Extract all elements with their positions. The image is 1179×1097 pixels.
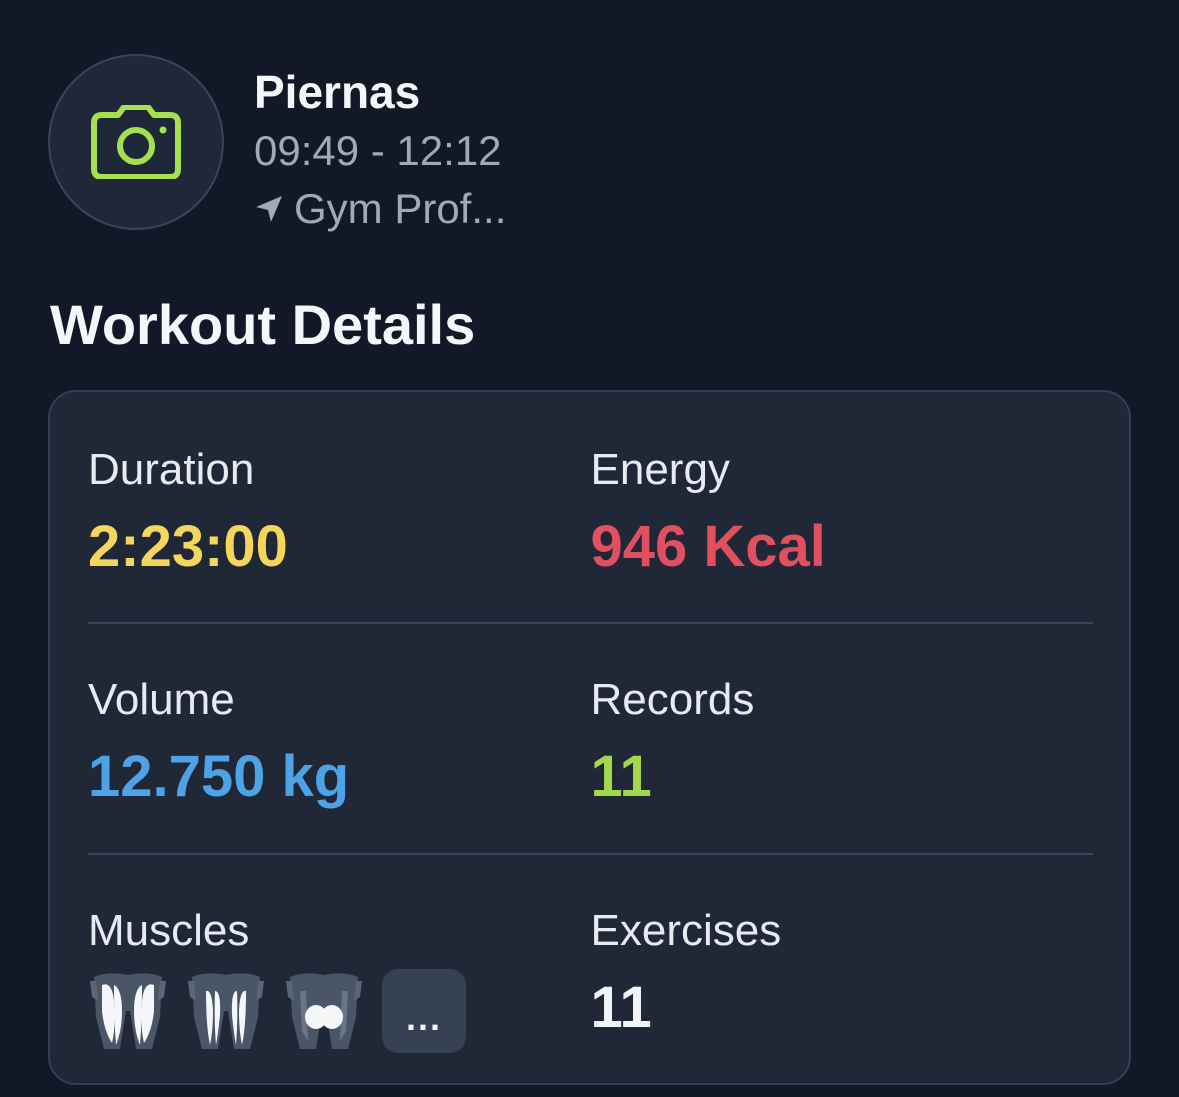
records-stat: Records 11 xyxy=(591,672,1094,814)
camera-icon xyxy=(91,105,181,179)
exercises-label: Exercises xyxy=(590,906,782,955)
energy-value: 946 Kcal xyxy=(590,514,826,579)
energy-label: Energy xyxy=(590,445,730,494)
volume-label: Volume xyxy=(88,675,235,724)
workout-title: Piernas xyxy=(254,66,421,118)
quadriceps-icon[interactable] xyxy=(88,971,168,1051)
records-label: Records xyxy=(590,675,755,724)
energy-stat: Energy 946 Kcal xyxy=(591,442,1094,584)
workout-header: Piernas 09:49 - 12:12 Gym Prof... xyxy=(254,64,506,238)
section-title: Workout Details xyxy=(50,293,476,356)
exercises-stat: Exercises 11 xyxy=(591,903,1094,1053)
workout-photo-button[interactable] xyxy=(48,54,224,230)
more-muscles-button[interactable]: ... xyxy=(382,969,466,1053)
records-value: 11 xyxy=(590,744,652,809)
muscles-stat: Muscles ... xyxy=(88,903,591,1053)
volume-value: 12.750 kg xyxy=(88,744,350,809)
hamstrings-icon[interactable] xyxy=(186,971,266,1051)
muscles-label: Muscles xyxy=(88,906,250,955)
workout-time-range: 09:49 - 12:12 xyxy=(254,127,502,174)
muscles-list: ... xyxy=(88,969,591,1053)
location-arrow-icon xyxy=(256,196,282,222)
workout-details-card: Duration 2:23:00 Energy 946 Kcal Volume … xyxy=(48,390,1131,1085)
details-row: Volume 12.750 kg Records 11 xyxy=(88,672,1093,814)
duration-label: Duration xyxy=(88,445,255,494)
duration-value: 2:23:00 xyxy=(88,514,288,579)
exercises-value: 11 xyxy=(590,975,652,1040)
divider xyxy=(88,853,1093,855)
volume-stat: Volume 12.750 kg xyxy=(88,672,591,814)
workout-location[interactable]: Gym Prof... xyxy=(254,180,506,238)
workout-detail-screen: Piernas 09:49 - 12:12 Gym Prof... Workou… xyxy=(0,0,1179,1097)
details-row: Duration 2:23:00 Energy 946 Kcal xyxy=(88,442,1093,584)
divider xyxy=(88,622,1093,624)
details-row: Muscles ... Exercises 11 xyxy=(88,903,1093,1053)
glutes-icon[interactable] xyxy=(284,971,364,1051)
workout-location-label: Gym Prof... xyxy=(294,185,507,232)
duration-stat: Duration 2:23:00 xyxy=(88,442,591,584)
